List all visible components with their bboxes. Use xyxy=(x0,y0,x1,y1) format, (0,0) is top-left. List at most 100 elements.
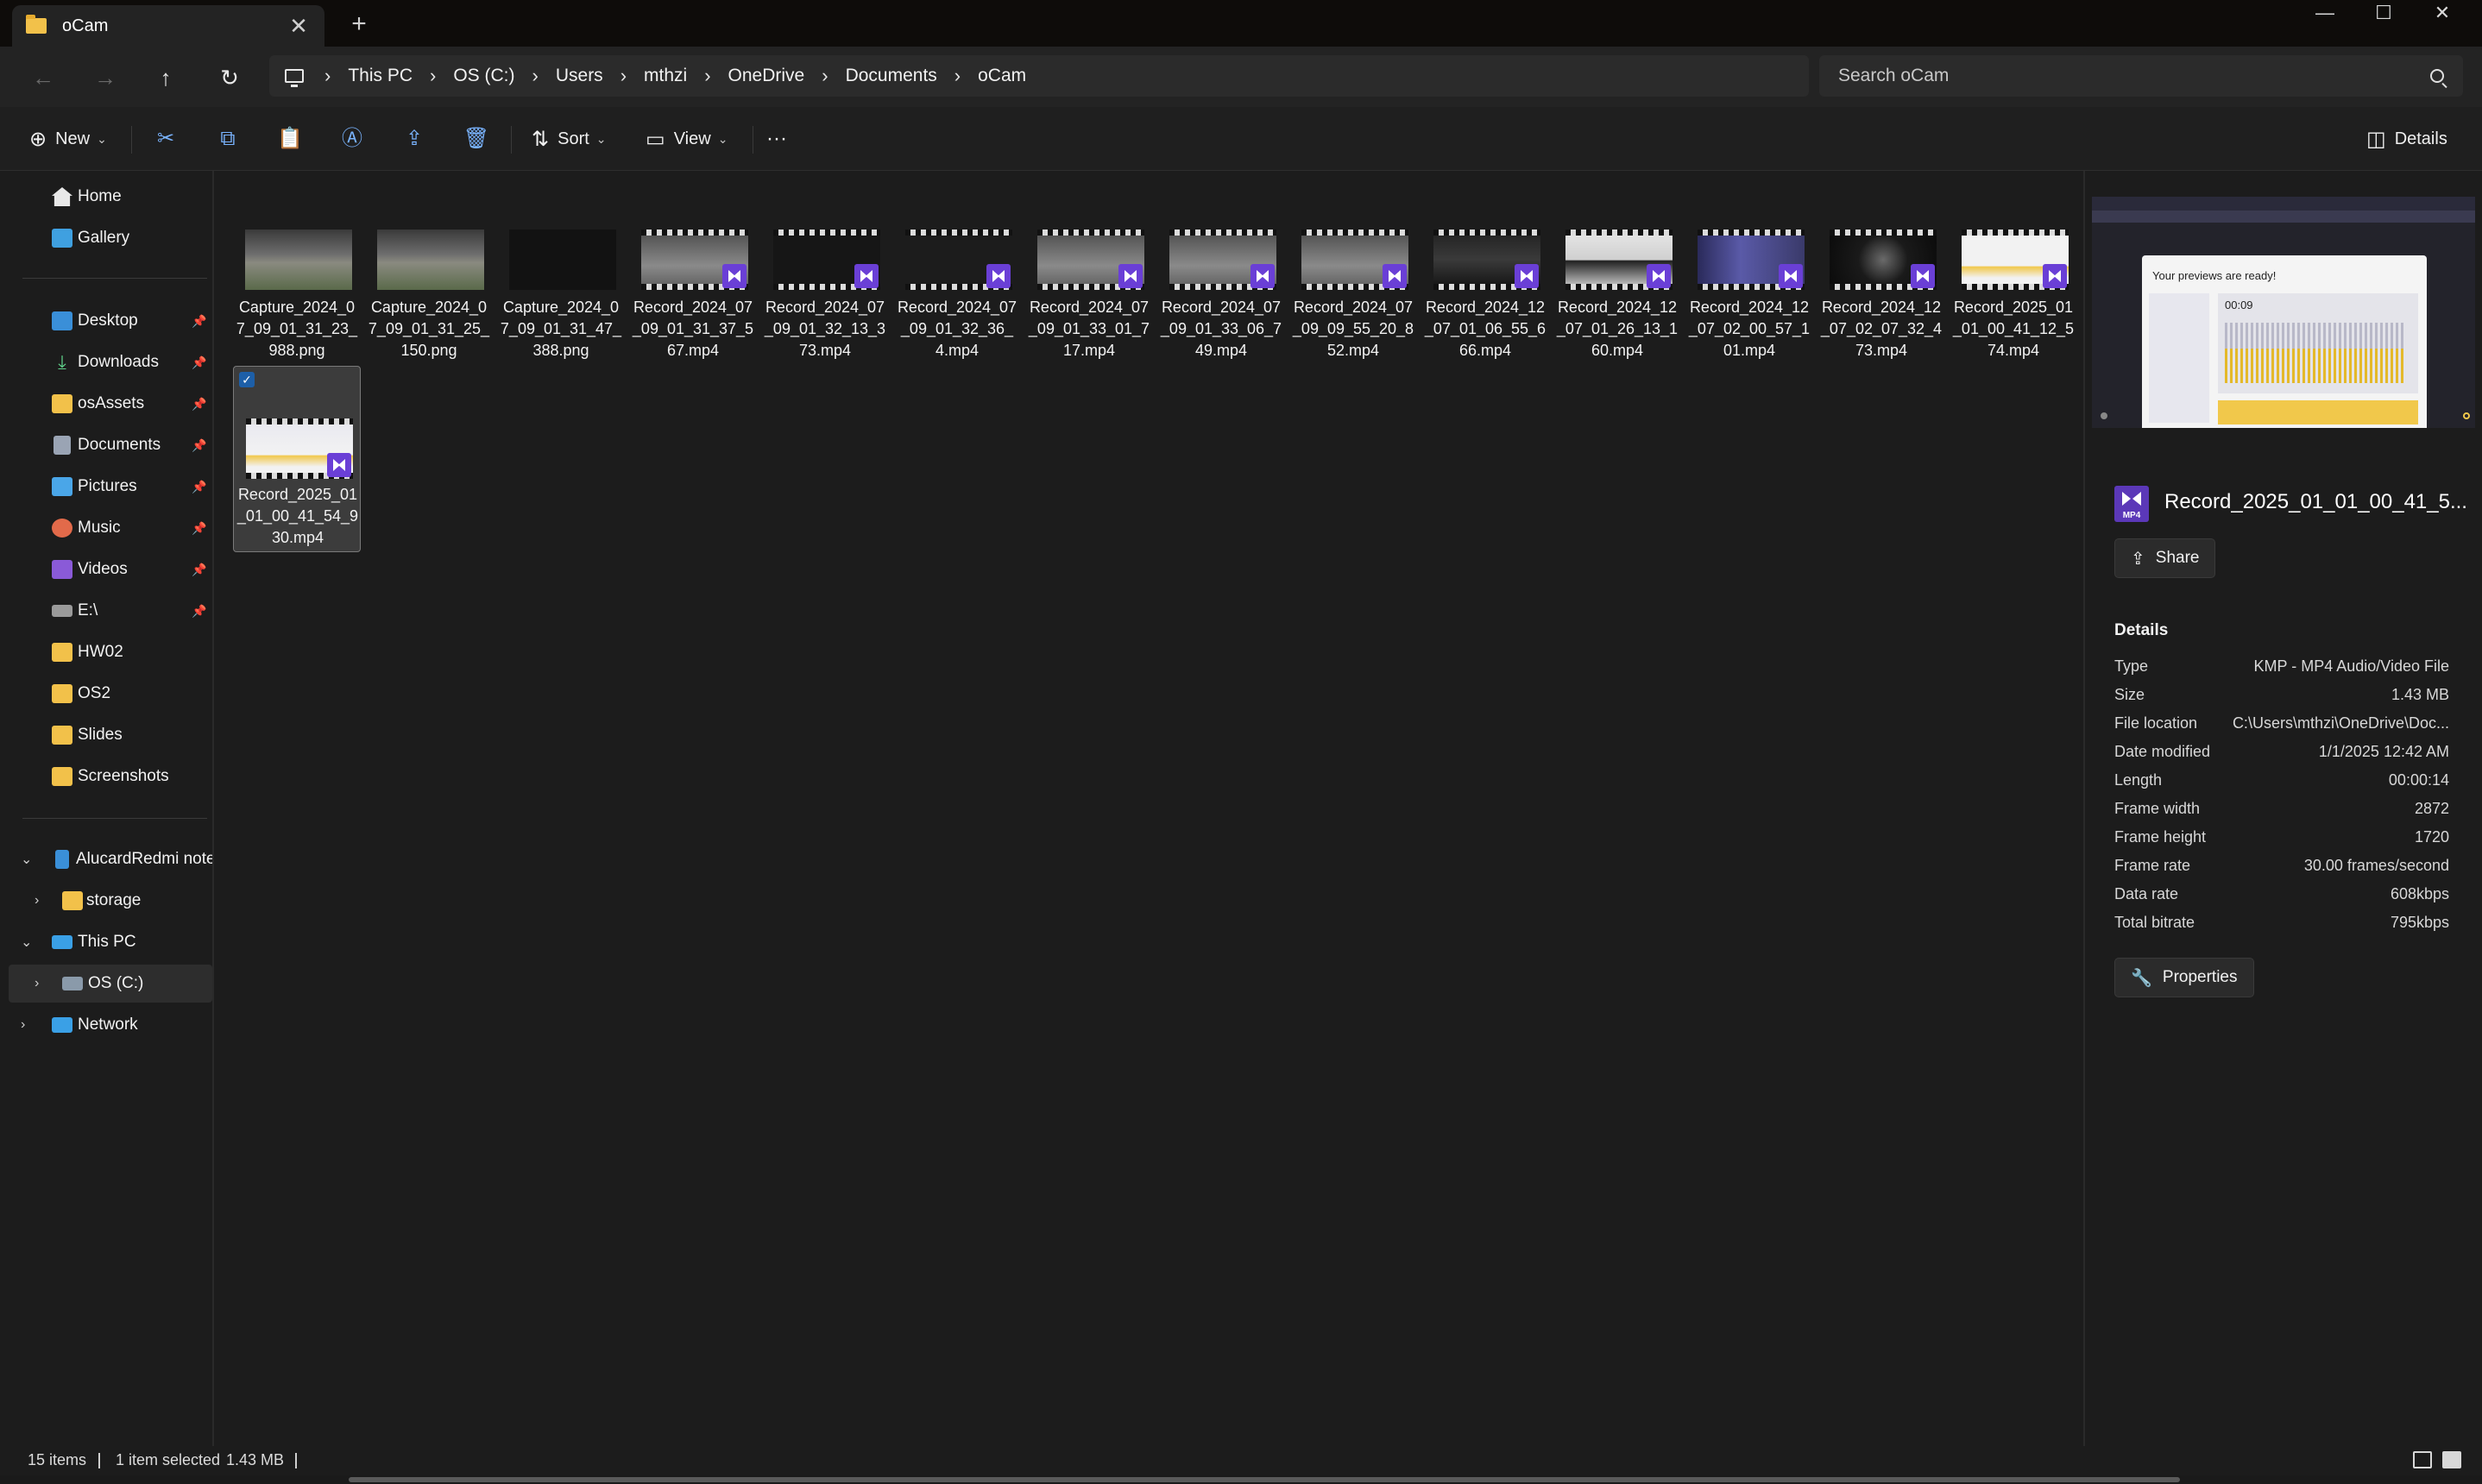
divider xyxy=(22,278,207,279)
refresh-icon[interactable]: ↻ xyxy=(212,60,247,95)
cut-icon[interactable]: ✂ xyxy=(148,123,183,155)
file-item[interactable]: Record_2024_12_07_01_06_55_666.mp4 xyxy=(1421,216,1549,397)
file-item[interactable]: Record_2024_07_09_01_33_01_717.mp4 xyxy=(1025,216,1153,397)
up-arrow-icon[interactable]: ↑ xyxy=(148,60,183,95)
share-button[interactable]: ⇪ Share xyxy=(2114,538,2216,578)
pin-icon[interactable]: 📌 xyxy=(192,397,206,412)
search-input[interactable] xyxy=(1838,66,2430,86)
forward-arrow-icon[interactable]: → xyxy=(88,60,123,95)
minimize-icon[interactable]: — xyxy=(2296,0,2354,26)
rename-icon[interactable]: Ⓐ xyxy=(335,123,369,155)
close-tab-icon[interactable]: ✕ xyxy=(287,13,311,40)
nav-item-slides[interactable]: Slides xyxy=(9,716,212,754)
folder-icon xyxy=(26,15,47,34)
delete-icon[interactable]: 🗑 xyxy=(459,123,494,155)
search-icon[interactable] xyxy=(2430,69,2444,83)
view-button[interactable]: ▭ View ⌄ xyxy=(646,123,728,155)
breadcrumb[interactable]: › This PC › OS (C:) › Users › mthzi › On… xyxy=(269,55,1809,97)
crumb-mthzi[interactable]: mthzi xyxy=(644,66,687,86)
file-item[interactable]: Record_2024_07_09_01_32_13_373.mp4 xyxy=(761,216,889,397)
pin-icon[interactable]: 📌 xyxy=(192,521,206,536)
video-preview[interactable]: Your previews are ready! 00:09 xyxy=(2092,197,2475,428)
checkbox-checked-icon[interactable]: ✓ xyxy=(239,372,255,387)
scrollbar-thumb[interactable] xyxy=(349,1477,2180,1482)
file-item-selected[interactable]: ✓ Record_2025_01_01_00_41_54_930.mp4 xyxy=(233,366,361,552)
copy-icon[interactable]: ⧉ xyxy=(211,123,245,155)
chevron-down-icon[interactable]: ⌄ xyxy=(21,851,32,868)
nav-item-desktop[interactable]: Desktop 📌 xyxy=(9,302,212,340)
new-button[interactable]: ⊕ New ⌄ xyxy=(29,123,107,155)
file-item[interactable]: Record_2024_12_07_01_26_13_160.mp4 xyxy=(1553,216,1681,397)
videos-icon xyxy=(52,560,72,579)
maximize-icon[interactable]: ☐ xyxy=(2354,0,2413,26)
file-item[interactable]: Capture_2024_07_09_01_31_25_150.png xyxy=(365,216,493,397)
pin-icon[interactable]: 📌 xyxy=(192,604,206,619)
nav-item-pictures[interactable]: Pictures 📌 xyxy=(9,468,212,506)
close-window-icon[interactable]: ✕ xyxy=(2413,0,2472,26)
details-pane-button[interactable]: ◫ Details xyxy=(2366,123,2447,155)
properties-button[interactable]: 🔧 Properties xyxy=(2114,958,2254,997)
file-item[interactable]: Record_2024_07_09_01_32_36_4.mp4 xyxy=(893,216,1021,397)
detail-row-frame-height: Frame height 1720 xyxy=(2114,828,2449,846)
sort-button[interactable]: ⇅ Sort ⌄ xyxy=(532,123,607,155)
nav-item-documents[interactable]: Documents 📌 xyxy=(9,426,212,464)
chevron-right-icon: › xyxy=(620,65,627,86)
detail-row-total-bitrate: Total bitrate 795kbps xyxy=(2114,914,2449,931)
drive-c-icon xyxy=(62,977,83,990)
back-arrow-icon[interactable]: ← xyxy=(26,60,60,95)
pin-icon[interactable]: 📌 xyxy=(192,563,206,577)
search-box[interactable] xyxy=(1819,55,2463,97)
folder-icon xyxy=(52,684,72,703)
large-icons-view-icon[interactable] xyxy=(2442,1451,2461,1468)
pin-icon[interactable]: 📌 xyxy=(192,480,206,494)
chevron-right-icon[interactable]: › xyxy=(35,893,39,909)
nav-item-downloads[interactable]: ⤓ Downloads 📌 xyxy=(9,343,212,381)
nav-item-screenshots[interactable]: Screenshots xyxy=(9,758,212,795)
nav-item-alucard-redmi[interactable]: ⌄ AlucardRedmi note xyxy=(9,840,216,878)
crumb-onedrive[interactable]: OneDrive xyxy=(728,66,805,86)
nav-item-os2[interactable]: OS2 xyxy=(9,675,212,713)
nav-item-music[interactable]: Music 📌 xyxy=(9,509,212,547)
file-item[interactable]: Record_2025_01_01_00_41_12_574.mp4 xyxy=(1950,216,2077,397)
pin-icon[interactable]: 📌 xyxy=(192,355,206,370)
nav-item-hw02[interactable]: HW02 xyxy=(9,633,212,671)
crumb-os-c[interactable]: OS (C:) xyxy=(453,66,514,86)
file-item[interactable]: Record_2024_12_07_02_07_32_473.mp4 xyxy=(1817,216,1945,397)
file-item[interactable]: Record_2024_07_09_09_55_20_852.mp4 xyxy=(1289,216,1417,397)
nav-item-videos[interactable]: Videos 📌 xyxy=(9,550,212,588)
chevron-right-icon[interactable]: › xyxy=(35,976,39,991)
crumb-this-pc[interactable]: This PC xyxy=(348,66,413,86)
file-item[interactable]: Record_2024_07_09_01_33_06_749.mp4 xyxy=(1157,216,1285,397)
file-name: Capture_2024_07_09_01_31_47_388.png xyxy=(500,299,622,359)
details-view-icon[interactable] xyxy=(2413,1451,2432,1468)
thumbnail xyxy=(245,230,352,290)
share-icon[interactable]: ⇪ xyxy=(397,123,432,155)
file-item[interactable]: Capture_2024_07_09_01_31_47_388.png xyxy=(497,216,625,397)
pin-icon[interactable]: 📌 xyxy=(192,438,206,453)
file-item[interactable]: Record_2024_07_09_01_31_37_567.mp4 xyxy=(629,216,757,397)
new-tab-button[interactable]: + xyxy=(342,9,376,40)
nav-item-network[interactable]: › Network xyxy=(9,1006,212,1044)
crumb-documents[interactable]: Documents xyxy=(846,66,937,86)
tab-ocam[interactable]: oCam ✕ xyxy=(12,5,324,47)
share-icon: ⇪ xyxy=(2131,549,2145,569)
crumb-users[interactable]: Users xyxy=(556,66,603,86)
chevron-down-icon[interactable]: ⌄ xyxy=(21,934,32,951)
paste-icon[interactable]: 📋 xyxy=(273,123,307,155)
nav-item-e-drive[interactable]: E:\ 📌 xyxy=(9,592,212,630)
nav-label: osAssets xyxy=(78,394,145,412)
nav-item-gallery[interactable]: Gallery xyxy=(9,219,212,257)
gallery-icon xyxy=(52,229,72,248)
nav-item-os-c[interactable]: › OS (C:) xyxy=(9,965,212,1003)
video-badge-icon xyxy=(854,264,879,288)
nav-item-this-pc[interactable]: ⌄ This PC xyxy=(9,923,212,961)
pin-icon[interactable]: 📌 xyxy=(192,314,206,329)
horizontal-scrollbar[interactable] xyxy=(0,1475,2482,1484)
chevron-right-icon[interactable]: › xyxy=(21,1017,25,1033)
crumb-ocam[interactable]: oCam xyxy=(978,66,1026,86)
nav-item-osassets[interactable]: osAssets 📌 xyxy=(9,385,212,423)
more-options-icon[interactable]: ··· xyxy=(766,123,787,155)
nav-item-home[interactable]: Home xyxy=(9,178,212,216)
file-item[interactable]: Record_2024_12_07_02_00_57_101.mp4 xyxy=(1685,216,1813,397)
nav-item-storage[interactable]: › storage xyxy=(9,882,212,920)
